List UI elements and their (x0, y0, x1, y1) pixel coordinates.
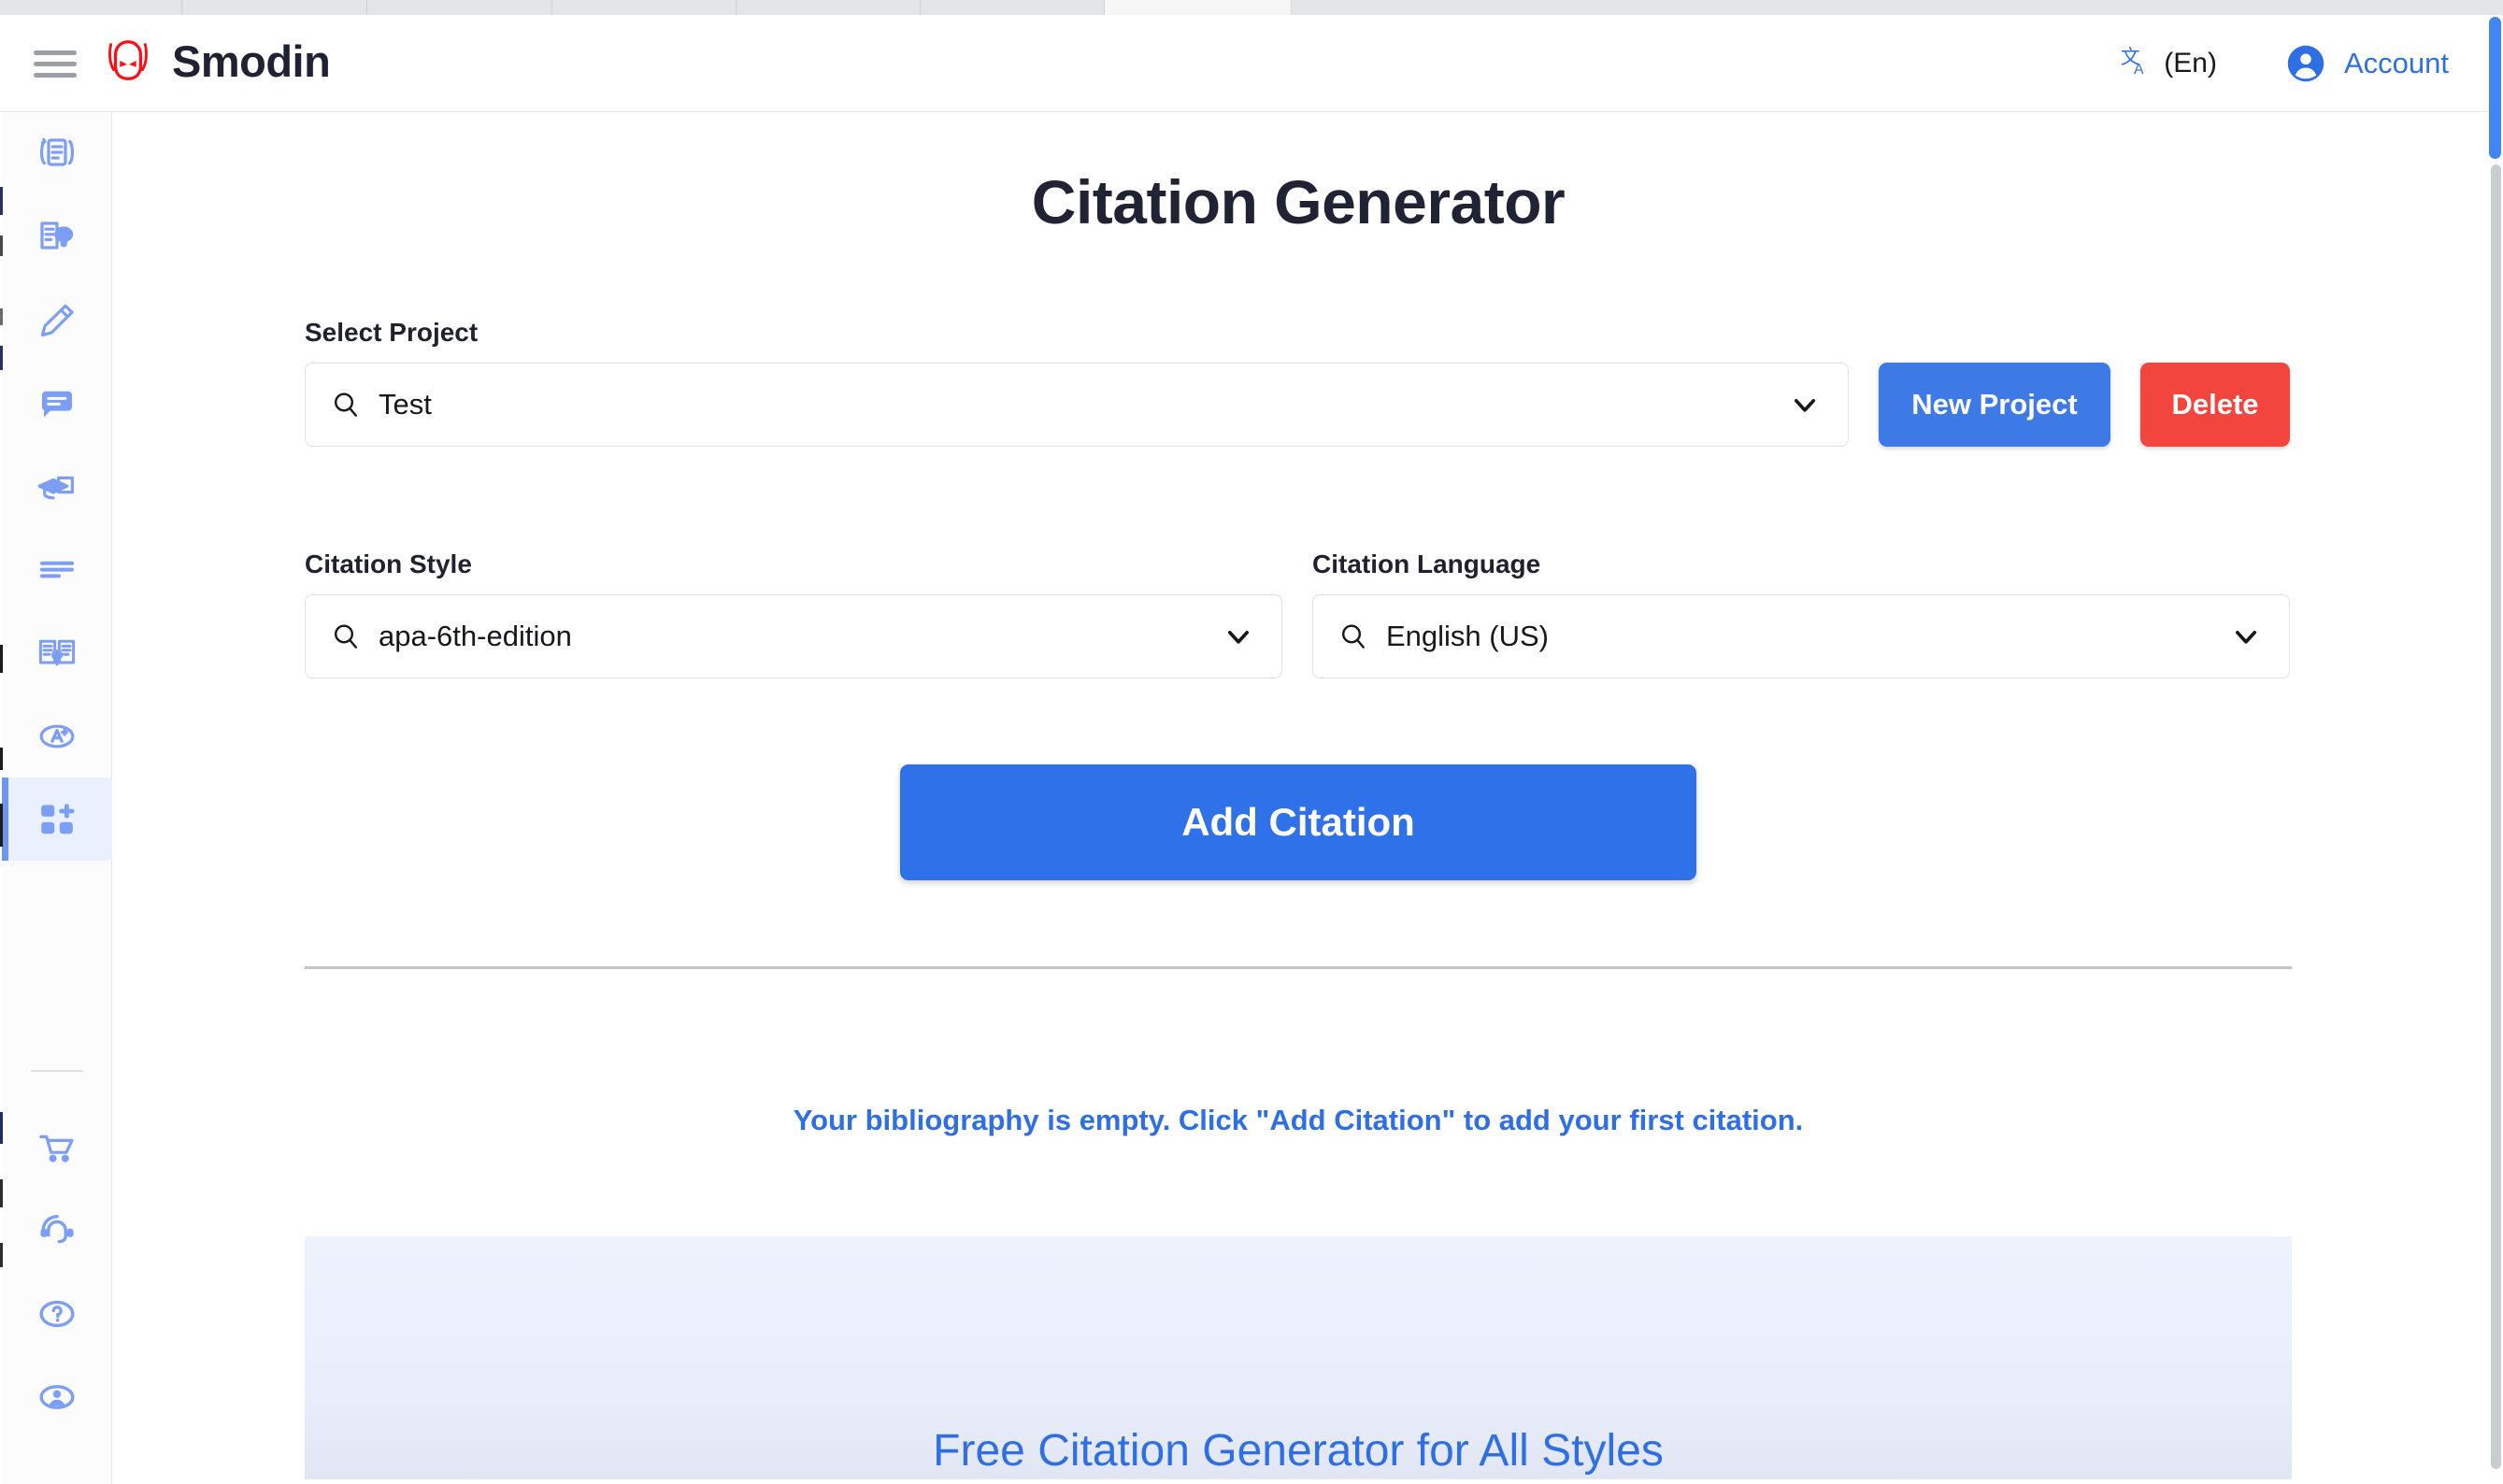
chat-bubble-icon (42, 391, 72, 417)
section-divider (305, 966, 2292, 969)
citation-language-select[interactable]: English (US) (1312, 594, 2290, 678)
browser-tab[interactable] (182, 0, 367, 15)
document-rewrite-icon (39, 137, 75, 166)
search-icon (1342, 624, 1365, 649)
chevron-down-icon[interactable] (1220, 618, 1257, 655)
smodin-robot-logo-icon (108, 40, 148, 80)
sidebar-item-ai-writer[interactable] (2, 278, 112, 362)
page-scrollbar-thumb[interactable] (2489, 17, 2501, 159)
citation-style-select[interactable]: apa-6th-edition (305, 594, 1282, 678)
sidebar-item-pricing[interactable] (2, 1106, 112, 1189)
chevron-down-icon[interactable] (2227, 618, 2265, 655)
sidebar-item-homework-helper[interactable] (2, 445, 112, 528)
empty-bibliography-message: Your bibliography is empty. Click "Add C… (793, 1104, 1804, 1136)
question-mark-circle-icon (39, 1300, 75, 1327)
browser-tab[interactable] (737, 0, 921, 15)
browser-tab-strip (0, 0, 2503, 15)
search-icon (335, 624, 357, 649)
edge-artifact (0, 1112, 3, 1144)
edge-artifact (0, 346, 3, 370)
graduation-cap-icon (37, 476, 74, 499)
content-wrapper: Select Project Test New Project Delete C… (305, 318, 2292, 1479)
citation-style-group: Citation Style apa-6th-edition (305, 549, 1282, 678)
language-code-label: (En) (2164, 48, 2217, 78)
left-sidebar (2, 112, 112, 1484)
citation-language-group: Citation Language English (US) (1312, 549, 2290, 678)
sidebar-item-profile[interactable] (2, 1355, 112, 1438)
sidebar-item-citation-generator[interactable] (2, 778, 112, 861)
open-book-translate-icon (38, 639, 76, 665)
project-row: Select Project Test New Project Delete (305, 318, 2292, 447)
promo-title: Free Citation Generator for All Styles (933, 1426, 1664, 1476)
page-scrollbar-rail[interactable] (2491, 164, 2501, 1469)
brand-name: Smodin (172, 36, 331, 86)
sidebar-divider (30, 1070, 83, 1072)
citation-language-value: English (US) (1386, 620, 1549, 652)
svg-text:A: A (2134, 62, 2144, 78)
project-select-value: Test (379, 388, 432, 421)
hamburger-menu-icon[interactable] (34, 50, 77, 78)
edge-artifact (0, 308, 3, 325)
citation-language-label: Citation Language (1312, 549, 1541, 578)
account-label: Account (2343, 47, 2449, 79)
edge-artifact (0, 645, 3, 673)
sidebar-item-summarizer[interactable] (2, 528, 112, 611)
edge-artifact (0, 748, 3, 770)
sidebar-item-plagiarism-checker[interactable] (2, 195, 112, 278)
select-project-label: Select Project (305, 318, 479, 347)
translate-icon: 文 A (2121, 46, 2144, 78)
header-actions: 文 A (En) Account (2120, 15, 2449, 112)
browser-tab[interactable] (0, 0, 182, 15)
edge-artifact (0, 804, 3, 847)
add-citation-wrapper: Add Citation (305, 764, 2292, 880)
sidebar-item-ai-chat[interactable] (2, 362, 112, 445)
browser-tab[interactable] (921, 0, 1105, 15)
promo-panel: Free Citation Generator for All Styles (305, 1236, 2292, 1479)
project-select[interactable]: Test (305, 363, 1849, 447)
browser-tab-active[interactable] (1105, 0, 1292, 15)
summarize-lines-icon (40, 561, 74, 578)
search-icon (335, 392, 357, 417)
sidebar-item-help[interactable] (2, 1272, 112, 1355)
shopping-cart-icon (39, 1134, 74, 1163)
account-avatar-icon (2287, 45, 2324, 82)
edge-artifact (0, 1179, 3, 1207)
grammar-a-plus-icon (39, 724, 75, 748)
browser-tab[interactable] (552, 0, 737, 15)
sidebar-item-translator[interactable] (2, 611, 112, 694)
app-root: Smodin 文 A (En) Account Citation Generat… (0, 0, 2503, 1484)
edge-artifact (0, 235, 3, 256)
chevron-down-icon[interactable] (1786, 386, 1824, 423)
main-content: Citation Generator Select Project Test N… (112, 112, 2484, 1484)
sidebar-item-support[interactable] (2, 1189, 112, 1272)
page-title: Citation Generator (1031, 167, 1566, 236)
delete-project-button[interactable]: Delete (2140, 363, 2290, 447)
brand-logo[interactable]: Smodin (103, 36, 331, 86)
headset-support-icon (40, 1214, 74, 1243)
add-citation-button[interactable]: Add Citation (900, 764, 1696, 880)
pencil-writer-icon (40, 304, 74, 336)
language-switcher[interactable]: 文 A (En) (2120, 45, 2217, 82)
add-tiles-icon (41, 803, 75, 834)
citation-style-label: Citation Style (305, 549, 472, 578)
sidebar-item-rewriter[interactable] (2, 112, 112, 195)
style-language-row: Citation Style apa-6th-edition Citation (305, 549, 2292, 678)
sidebar-item-grader[interactable] (2, 694, 112, 778)
plagiarism-check-icon (40, 221, 74, 250)
app-header: Smodin 文 A (En) Account (0, 15, 2503, 112)
edge-artifact (0, 1243, 3, 1267)
new-project-button[interactable]: New Project (1879, 363, 2110, 447)
edge-artifact (0, 187, 3, 215)
user-profile-icon (39, 1384, 75, 1409)
browser-tab[interactable] (1292, 0, 2503, 15)
browser-tab[interactable] (367, 0, 552, 15)
citation-style-value: apa-6th-edition (379, 620, 572, 652)
account-button[interactable]: Account (2286, 44, 2449, 83)
